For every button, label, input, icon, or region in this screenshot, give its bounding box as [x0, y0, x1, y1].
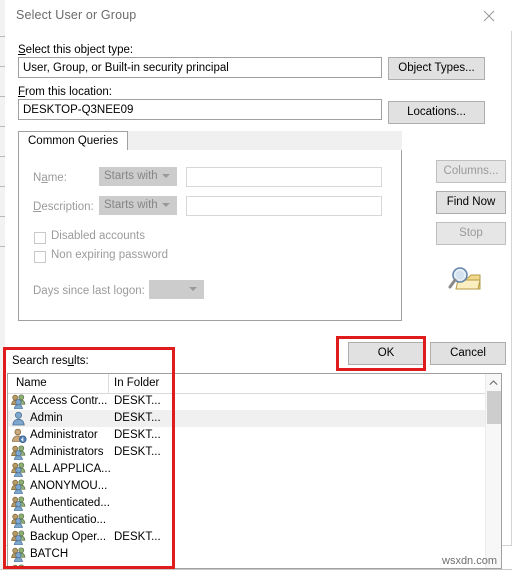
table-row[interactable]: Admin DESKT... [8, 410, 501, 427]
days-since-last-logon-label: Days since last logon: [33, 285, 145, 297]
location-label: From this location: [18, 86, 112, 98]
non-expiring-password-checkbox[interactable] [34, 251, 46, 263]
title-bar: Select User or Group [5, 0, 512, 31]
name-label: Name: [33, 172, 67, 184]
table-row[interactable]: Administrator DESKT... [8, 427, 501, 444]
row-name: ANONYMOU... [30, 480, 108, 492]
stop-button[interactable]: Stop [436, 222, 506, 245]
object-types-button[interactable]: Object Types... [388, 57, 485, 80]
scrollbar-thumb[interactable] [487, 391, 501, 424]
watermark: wsxdn.com [442, 555, 498, 567]
chevron-down-icon [162, 203, 170, 207]
chevron-down-icon [189, 287, 197, 291]
disabled-accounts-label: Disabled accounts [51, 230, 145, 242]
column-divider[interactable] [172, 374, 173, 393]
description-label: Description: [33, 201, 94, 213]
user-arrow-icon [11, 428, 27, 443]
row-name: ALL APPLICA... [30, 463, 111, 475]
description-condition-select[interactable]: Starts with [99, 196, 177, 215]
table-row[interactable]: Access Contr... DESKT... [8, 393, 501, 410]
table-row[interactable]: BATCH [8, 546, 501, 563]
row-folder: DESKT... [114, 429, 161, 441]
row-name: Access Contr... [30, 395, 108, 407]
row-folder: DESKT... [114, 446, 161, 458]
tab-common-queries[interactable]: Common Queries [18, 131, 129, 151]
group-icon [11, 445, 27, 461]
object-type-input[interactable]: User, Group, or Built-in security princi… [18, 57, 382, 78]
window-title: Select User or Group [16, 8, 137, 22]
find-now-button[interactable]: Find Now [436, 191, 506, 214]
group-icon [11, 547, 27, 563]
table-row[interactable]: Backup Oper... DESKT... [8, 529, 501, 546]
list-column-headers: Name In Folder [8, 374, 501, 394]
table-row[interactable]: Authenticatio... [8, 512, 501, 529]
row-name: Administrator [30, 429, 98, 441]
locations-button[interactable]: Locations... [388, 101, 485, 124]
table-row[interactable]: Administrators DESKT... [8, 444, 501, 461]
disabled-accounts-checkbox[interactable] [34, 232, 46, 244]
user-icon [11, 411, 27, 426]
row-name: Authenticated... [30, 497, 110, 509]
column-divider[interactable] [108, 374, 109, 393]
columns-button[interactable]: Columns... [436, 160, 506, 183]
row-name: Authenticatio... [30, 514, 107, 526]
vertical-scrollbar[interactable] [485, 374, 501, 568]
description-input[interactable] [186, 196, 382, 216]
description-condition-value: Starts with [104, 199, 158, 211]
group-icon [11, 530, 27, 546]
table-row[interactable]: ANONYMOU... [8, 478, 501, 495]
row-name: Administrators [30, 446, 104, 458]
cancel-button[interactable]: Cancel [430, 342, 506, 365]
group-icon [11, 513, 27, 529]
non-expiring-password-label: Non expiring password [51, 249, 168, 261]
table-row[interactable]: Authenticated... [8, 495, 501, 512]
row-folder: DESKT... [114, 531, 161, 543]
row-folder: DESKT... [114, 395, 161, 407]
search-folder-icon [448, 266, 482, 297]
name-condition-value: Starts with [104, 170, 158, 182]
column-header-name[interactable]: Name [16, 377, 47, 389]
search-results-list[interactable]: Name In Folder Access Contr... DESKT... Ad… [7, 373, 502, 569]
group-icon [11, 394, 27, 410]
group-icon [11, 479, 27, 495]
group-icon [11, 496, 27, 512]
close-icon[interactable] [467, 0, 512, 30]
close-glyph [483, 10, 495, 22]
chevron-up-icon[interactable] [486, 374, 501, 391]
days-since-last-logon-select[interactable] [149, 280, 204, 299]
row-name: Admin [30, 412, 63, 424]
row-folder: DESKT... [114, 412, 161, 424]
tab-strip: Common Queries [18, 131, 402, 151]
name-condition-select[interactable]: Starts with [99, 167, 177, 186]
row-name: BATCH [30, 548, 69, 560]
row-name: Backup Oper... [30, 531, 107, 543]
object-type-label: Select this object type: [18, 44, 134, 56]
name-input[interactable] [186, 167, 382, 187]
column-header-in-folder[interactable]: In Folder [114, 377, 159, 389]
group-icon [11, 462, 27, 478]
chevron-down-icon [162, 174, 170, 178]
location-input[interactable]: DESKTOP-Q3NEE09 [18, 99, 382, 120]
search-results-label: Search results: [12, 355, 89, 367]
list-rows-container: Access Contr... DESKT... Admin DESKT... Admi… [8, 393, 501, 568]
ok-button[interactable]: OK [348, 342, 424, 365]
table-row[interactable]: ALL APPLICA... [8, 461, 501, 478]
